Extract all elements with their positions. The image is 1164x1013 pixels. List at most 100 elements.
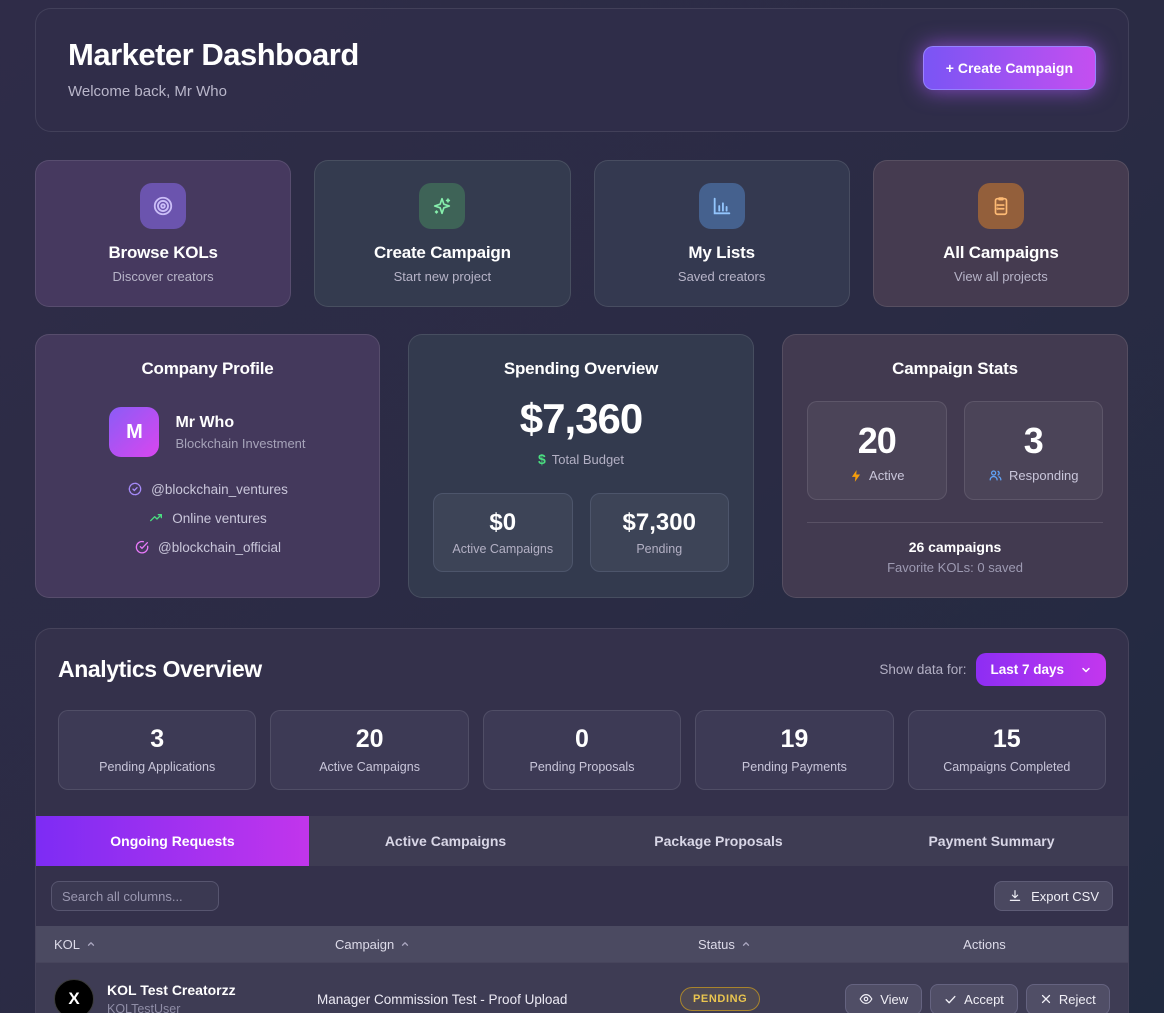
- stat-active-campaigns: 20 Active Campaigns: [270, 710, 468, 790]
- campaign-stats-subcards: 20 Active 3 Responding: [807, 401, 1103, 500]
- quick-card-my-lists[interactable]: My Lists Saved creators: [594, 160, 850, 307]
- export-csv-button[interactable]: Export CSV: [994, 881, 1113, 911]
- stat-value: 0: [490, 725, 674, 754]
- active-spend-value: $0: [442, 509, 564, 537]
- x-twitter-logo-avatar: X: [54, 979, 94, 1013]
- stat-label: Pending Applications: [65, 760, 249, 774]
- pending-spend-value: $7,300: [599, 509, 721, 537]
- search-input[interactable]: [51, 881, 219, 911]
- tab-active-campaigns[interactable]: Active Campaigns: [309, 816, 582, 866]
- date-range-control: Show data for: Last 7 days: [879, 653, 1106, 686]
- reject-label: Reject: [1059, 992, 1096, 1007]
- analytics-stats-row: 3 Pending Applications 20 Active Campaig…: [36, 690, 1128, 816]
- status-badge: PENDING: [680, 987, 760, 1011]
- analytics-overview-panel: Analytics Overview Show data for: Last 7…: [35, 628, 1129, 1013]
- export-csv-label: Export CSV: [1031, 889, 1099, 904]
- company-avatar: M: [109, 407, 159, 457]
- quick-card-subtitle: Start new project: [394, 269, 492, 284]
- quick-card-subtitle: Saved creators: [678, 269, 765, 284]
- column-label: Campaign: [335, 937, 394, 952]
- page-title: Marketer Dashboard: [68, 37, 359, 73]
- profile-main: M Mr Who Blockchain Investment: [60, 407, 355, 457]
- view-label: View: [880, 992, 908, 1007]
- view-button[interactable]: View: [845, 984, 922, 1013]
- x-icon: [1040, 993, 1052, 1005]
- reject-button[interactable]: Reject: [1026, 984, 1110, 1013]
- stat-value: 19: [702, 725, 886, 754]
- column-header-campaign[interactable]: Campaign: [317, 937, 680, 952]
- stat-label: Pending Proposals: [490, 760, 674, 774]
- marketer-dashboard-page: Marketer Dashboard Welcome back, Mr Who …: [35, 0, 1129, 1013]
- info-cards-row: Company Profile M Mr Who Blockchain Inve…: [35, 334, 1129, 598]
- kol-name: KOL Test Creatorzz: [107, 982, 236, 998]
- analytics-header: Analytics Overview Show data for: Last 7…: [36, 629, 1128, 690]
- show-data-for-label: Show data for:: [879, 662, 966, 677]
- download-icon: [1008, 889, 1022, 903]
- total-budget-label: Total Budget: [552, 452, 624, 467]
- users-icon: [988, 468, 1003, 483]
- zap-icon: [849, 469, 863, 483]
- table-tabs: Ongoing Requests Active Campaigns Packag…: [36, 816, 1128, 866]
- active-spend-label: Active Campaigns: [442, 542, 564, 556]
- profile-link: @blockchain_ventures: [127, 481, 288, 497]
- tab-ongoing-requests[interactable]: Ongoing Requests: [36, 816, 309, 866]
- quick-actions-row: Browse KOLs Discover creators Create Cam…: [35, 160, 1129, 307]
- column-label: Status: [698, 937, 735, 952]
- tab-package-proposals[interactable]: Package Proposals: [582, 816, 855, 866]
- divider: [807, 522, 1103, 523]
- campaign-stats-title: Campaign Stats: [807, 359, 1103, 379]
- quick-card-subtitle: View all projects: [954, 269, 1048, 284]
- stat-label: Pending Payments: [702, 760, 886, 774]
- check-icon: [944, 993, 957, 1006]
- clipboard-icon: [978, 183, 1024, 229]
- profile-link: @blockchain_official: [134, 539, 281, 555]
- sparkles-icon: [419, 183, 465, 229]
- column-header-status[interactable]: Status: [680, 937, 841, 952]
- quick-card-create-campaign[interactable]: Create Campaign Start new project: [314, 160, 570, 307]
- company-profile-title: Company Profile: [60, 359, 355, 379]
- profile-link-text: @blockchain_official: [158, 540, 281, 555]
- tab-payment-summary[interactable]: Payment Summary: [855, 816, 1128, 866]
- stat-campaigns-completed: 15 Campaigns Completed: [908, 710, 1106, 790]
- date-range-select[interactable]: Last 7 days: [976, 653, 1106, 686]
- spending-total: $7,360 $ Total Budget: [433, 395, 729, 467]
- check-circle-icon: [134, 539, 150, 555]
- table-toolbar: Export CSV: [36, 866, 1128, 926]
- bar-chart-icon: [699, 183, 745, 229]
- pending-spend-card: $7,300 Pending: [590, 493, 730, 572]
- total-campaigns-text: 26 campaigns: [807, 539, 1103, 555]
- active-stat-card: 20 Active: [807, 401, 947, 500]
- sort-chevron-icon: [86, 939, 96, 949]
- date-range-value: Last 7 days: [990, 662, 1064, 677]
- eye-icon: [859, 992, 873, 1006]
- dollar-icon: $: [538, 451, 546, 467]
- column-header-actions: Actions: [841, 937, 1128, 952]
- stat-label: Active Campaigns: [277, 760, 461, 774]
- favorite-kols-text: Favorite KOLs: 0 saved: [807, 560, 1103, 575]
- status-cell: PENDING: [680, 987, 841, 1011]
- table-header-row: KOL Campaign Status Actions: [36, 926, 1128, 962]
- stat-pending-proposals: 0 Pending Proposals: [483, 710, 681, 790]
- spending-subcards: $0 Active Campaigns $7,300 Pending: [433, 493, 729, 572]
- quick-card-browse-kols[interactable]: Browse KOLs Discover creators: [35, 160, 291, 307]
- stat-pending-payments: 19 Pending Payments: [695, 710, 893, 790]
- column-header-kol[interactable]: KOL: [36, 937, 317, 952]
- company-profile-card: Company Profile M Mr Who Blockchain Inve…: [35, 334, 380, 598]
- active-label: Active: [869, 468, 904, 483]
- quick-card-subtitle: Discover creators: [113, 269, 214, 284]
- company-name: Mr Who: [175, 414, 305, 432]
- quick-card-title: My Lists: [688, 243, 754, 263]
- stat-value: 3: [65, 725, 249, 754]
- profile-link: Online ventures: [148, 510, 267, 526]
- quick-card-all-campaigns[interactable]: All Campaigns View all projects: [873, 160, 1129, 307]
- table-row: X KOL Test Creatorzz KOLTestUser Manager…: [36, 962, 1128, 1013]
- accept-button[interactable]: Accept: [930, 984, 1018, 1013]
- campaign-stats-card: Campaign Stats 20 Active 3: [782, 334, 1128, 598]
- spending-overview-card: Spending Overview $7,360 $ Total Budget …: [408, 334, 754, 598]
- quick-card-title: All Campaigns: [943, 243, 1058, 263]
- sort-chevron-icon: [741, 939, 751, 949]
- create-campaign-button[interactable]: + Create Campaign: [923, 46, 1096, 90]
- analytics-title: Analytics Overview: [58, 656, 262, 683]
- stat-label: Campaigns Completed: [915, 760, 1099, 774]
- column-label: Actions: [963, 937, 1006, 952]
